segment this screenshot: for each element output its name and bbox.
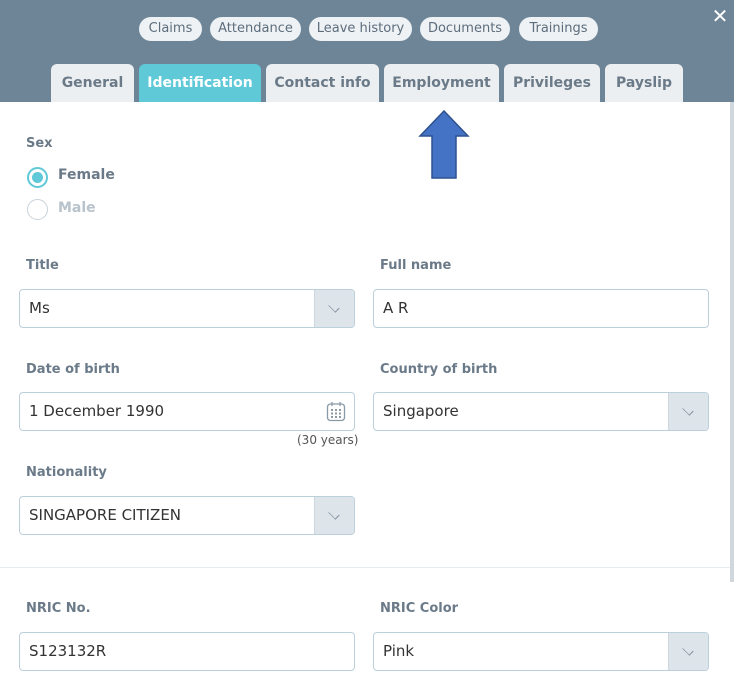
country-of-birth-value: Singapore bbox=[383, 402, 459, 420]
link-leave-history[interactable]: Leave history bbox=[309, 17, 412, 41]
link-documents[interactable]: Documents bbox=[420, 17, 510, 41]
nric-no-label: NRIC No. bbox=[26, 601, 91, 616]
chevron-down-icon bbox=[682, 404, 694, 416]
chevron-down-icon bbox=[682, 644, 694, 656]
link-attendance[interactable]: Attendance bbox=[210, 17, 301, 41]
section-divider bbox=[0, 567, 730, 568]
nric-no-input[interactable]: S123132R bbox=[19, 632, 355, 671]
country-of-birth-label: Country of birth bbox=[380, 362, 498, 377]
full-name-label: Full name bbox=[380, 258, 452, 273]
link-claims[interactable]: Claims bbox=[139, 17, 202, 41]
nationality-value: SINGAPORE CITIZEN bbox=[29, 506, 182, 524]
calendar-icon[interactable] bbox=[326, 401, 346, 422]
radio-female[interactable] bbox=[27, 167, 48, 188]
nric-no-value: S123132R bbox=[29, 642, 107, 660]
age-hint: (30 years) bbox=[297, 433, 359, 447]
dob-label: Date of birth bbox=[26, 362, 120, 377]
country-of-birth-select[interactable]: Singapore bbox=[373, 392, 709, 431]
full-name-value: A R bbox=[383, 299, 409, 317]
title-value: Ms bbox=[29, 299, 50, 317]
link-trainings[interactable]: Trainings bbox=[519, 17, 598, 41]
chevron-down-icon bbox=[328, 301, 340, 313]
tab-employment[interactable]: Employment bbox=[384, 64, 499, 102]
up-arrow-icon bbox=[418, 110, 470, 179]
full-name-input[interactable]: A R bbox=[373, 289, 709, 328]
country-dropdown-button[interactable] bbox=[668, 393, 708, 430]
tab-identification[interactable]: Identification bbox=[139, 64, 261, 102]
sex-label: Sex bbox=[26, 136, 53, 151]
nric-color-value: Pink bbox=[383, 642, 415, 660]
radio-male-label[interactable]: Male bbox=[58, 200, 96, 216]
nric-color-select[interactable]: Pink bbox=[373, 632, 709, 671]
radio-female-label[interactable]: Female bbox=[58, 167, 115, 183]
nationality-label: Nationality bbox=[26, 465, 107, 480]
close-icon[interactable]: ✕ bbox=[711, 6, 729, 26]
title-select[interactable]: Ms bbox=[19, 289, 355, 328]
chevron-down-icon bbox=[328, 508, 340, 520]
nric-color-dropdown-button[interactable] bbox=[668, 633, 708, 670]
title-dropdown-button[interactable] bbox=[314, 290, 354, 327]
dob-input[interactable]: 1 December 1990 bbox=[19, 392, 355, 431]
radio-male[interactable] bbox=[27, 199, 48, 220]
header-bar: Claims Attendance Leave history Document… bbox=[0, 0, 734, 102]
nationality-select[interactable]: SINGAPORE CITIZEN bbox=[19, 496, 355, 535]
tab-general[interactable]: General bbox=[51, 64, 134, 102]
tab-privileges[interactable]: Privileges bbox=[504, 64, 600, 102]
title-label: Title bbox=[26, 258, 59, 273]
scrollbar[interactable] bbox=[730, 102, 734, 582]
tab-payslip[interactable]: Payslip bbox=[605, 64, 683, 102]
nationality-dropdown-button[interactable] bbox=[314, 497, 354, 534]
dob-value: 1 December 1990 bbox=[29, 402, 165, 420]
tab-contact-info[interactable]: Contact info bbox=[266, 64, 379, 102]
quick-links: Claims Attendance Leave history Document… bbox=[0, 17, 734, 41]
nric-color-label: NRIC Color bbox=[380, 601, 459, 616]
